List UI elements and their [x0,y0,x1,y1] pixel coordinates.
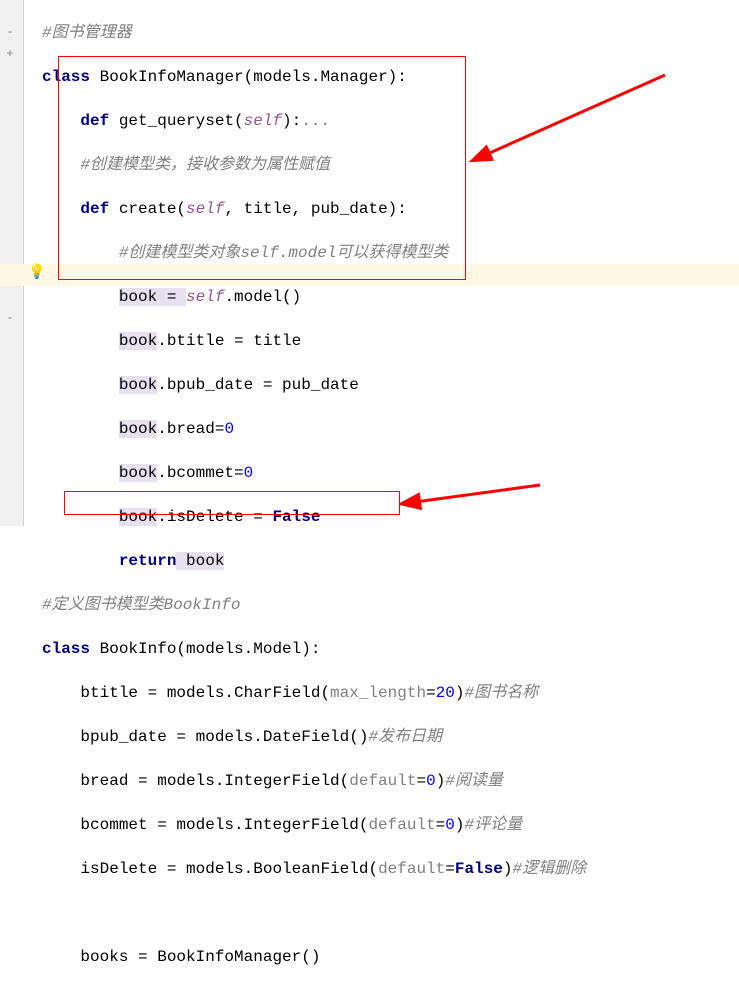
code-text: ): [388,200,407,218]
code-text: .btitle = title [157,332,301,350]
code-text: .bread= [157,420,224,438]
fold-icon[interactable]: + [3,47,17,61]
code-text: ) [455,816,465,834]
keyword: class [42,68,90,86]
comment: #发布日期 [368,728,442,746]
code-text: .model() [224,288,301,306]
number: 0 [426,772,436,790]
boolean: False [272,508,320,526]
number: 0 [445,816,455,834]
boolean: False [455,860,503,878]
comment: #逻辑删除 [513,860,587,878]
code-text: bcommet = models.IntegerField( [80,816,368,834]
func-name: create( [109,200,186,218]
code-text: ) [455,684,465,702]
code-text: .bpub_date = pub_date [157,376,359,394]
fold-icon[interactable]: - [3,25,17,39]
code-text: book [119,464,157,482]
code-text: ): [282,112,301,130]
code-text: isDelete = models.BooleanField( [80,860,378,878]
number: 0 [224,420,234,438]
kwarg: default [378,860,445,878]
code-text: .bcommet= [157,464,243,482]
self-param: self [186,200,224,218]
func-name: get_queryset( [109,112,243,130]
class-decl: BookInfoManager(models.Manager): [90,68,407,86]
code-text: = [445,860,455,878]
self-param: self [244,112,282,130]
kwarg: max_length [330,684,426,702]
comment: #评论量 [465,816,523,834]
keyword: class [42,640,90,658]
code-text: = [436,816,446,834]
code-text: = [416,772,426,790]
code-text: book [119,376,157,394]
code-text: .isDelete = [157,508,272,526]
code-text: bpub_date = models.DateField() [80,728,368,746]
keyword: def [80,200,109,218]
code-text: ) [503,860,513,878]
gutter: - + - [0,0,24,526]
number: 20 [436,684,455,702]
self-param: self [186,288,224,306]
code-text: btitle = models.CharField( [80,684,330,702]
code-text: = [426,684,436,702]
code-text: book [119,508,157,526]
code-editor[interactable]: #图书管理器 class BookInfoManager(models.Mana… [24,0,739,990]
code-text: book [119,332,157,350]
code-text: ) [436,772,446,790]
kwarg: default [368,816,435,834]
comment: #阅读量 [445,772,503,790]
code-text: book = [119,288,186,306]
params: , title, pub_date [224,200,387,218]
comment: #图书管理器 [42,24,132,42]
code-text: bread = models.IntegerField( [80,772,349,790]
keyword: return [119,552,177,570]
comment: #创建模型类，接收参数为属性赋值 [80,156,330,174]
code-text: book [119,420,157,438]
code-text: books = BookInfoManager() [80,948,320,966]
fold-placeholder[interactable]: ... [301,112,330,130]
number: 0 [244,464,254,482]
class-decl: BookInfo(models.Model): [90,640,320,658]
comment: #定义图书模型类BookInfo [42,596,240,614]
comment: #图书名称 [464,684,538,702]
kwarg: default [349,772,416,790]
fold-icon[interactable]: - [3,311,17,325]
code-text: book [176,552,224,570]
keyword: def [80,112,109,130]
comment: #创建模型类对象self.model可以获得模型类 [119,244,449,262]
